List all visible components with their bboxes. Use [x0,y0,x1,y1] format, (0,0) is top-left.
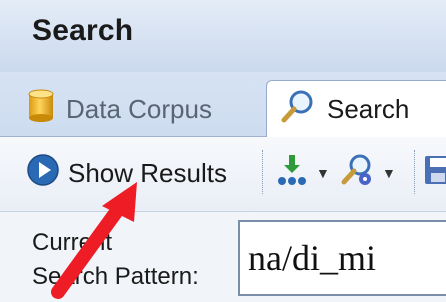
branch-options-icon [276,153,308,194]
tab-data-corpus[interactable]: Data Corpus [28,82,212,136]
search-options-dropdown[interactable]: ▼ [340,150,396,196]
database-cylinder-icon [28,89,54,130]
search-pattern-label-line1: Current [32,229,113,256]
search-pattern-input[interactable] [238,220,446,296]
tab-search-label: Search [327,94,410,124]
save-button[interactable] [424,150,446,196]
tab-data-corpus-label: Data Corpus [66,93,212,124]
tab-search[interactable]: Search [266,80,446,138]
save-icon [424,154,446,193]
magnifier-icon [281,89,315,130]
toolbar-separator [414,150,416,194]
chevron-down-icon: ▼ [316,165,330,181]
search-pattern-label: Current Search Pattern: [32,226,232,294]
search-options-icon [340,153,374,194]
show-results-label: Show Results [68,157,227,188]
search-pattern-label-line2: Search Pattern: [32,263,199,290]
chevron-down-icon: ▼ [382,165,396,181]
play-circle-icon [26,153,60,194]
show-results-button[interactable]: Show Results [26,150,227,196]
toolbar-separator [262,150,264,194]
branch-options-dropdown[interactable]: ▼ [276,150,330,196]
window-title: Search [32,14,134,47]
